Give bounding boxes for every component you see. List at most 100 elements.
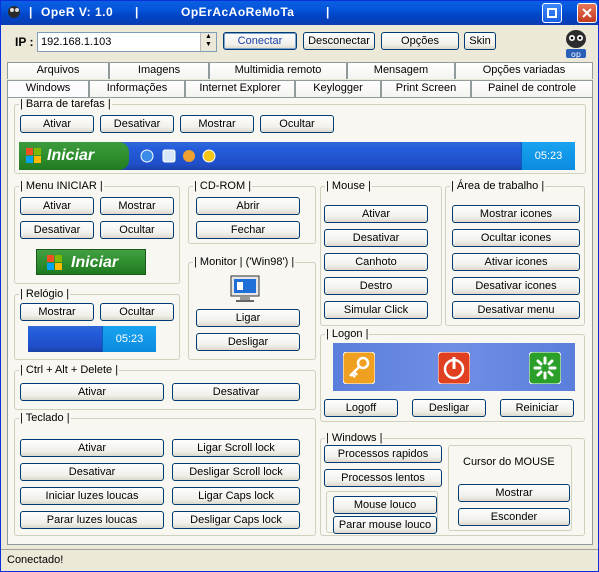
menu-ativar-button[interactable]: Ativar bbox=[20, 197, 94, 215]
cad-ativar-button[interactable]: Ativar bbox=[20, 383, 164, 401]
connection-toolbar: IP : ▲▼ Conectar Desconectar Opções Skin… bbox=[1, 25, 598, 59]
spy-logo-icon: op bbox=[566, 30, 586, 59]
clock-ocultar-button[interactable]: Ocultar bbox=[100, 303, 174, 321]
mouse-louco-button[interactable]: Mouse louco bbox=[333, 496, 437, 514]
group-label: | Barra de tarefas | bbox=[19, 98, 112, 110]
cursor-label: Cursor do MOUSE bbox=[463, 456, 555, 468]
taskbar-desativar-button[interactable]: Desativar bbox=[100, 115, 174, 133]
group-label: | Windows | bbox=[325, 432, 384, 444]
logon-reiniciar-button[interactable]: Reiniciar bbox=[500, 399, 574, 417]
tab-imagens[interactable]: Imagens bbox=[109, 62, 209, 79]
group-teclado: | Teclado | Ativar Ligar Scroll lock Des… bbox=[14, 412, 316, 536]
logon-logoff-button[interactable]: Logoff bbox=[324, 399, 398, 417]
group-label: | Relógio | bbox=[19, 288, 71, 300]
keyboard-desativar-button[interactable]: Desativar bbox=[20, 463, 164, 481]
keyboard-ativar-button[interactable]: Ativar bbox=[20, 439, 164, 457]
tab-informacoes[interactable]: Informações bbox=[89, 80, 185, 97]
parar-mouse-louco-button[interactable]: Parar mouse louco bbox=[333, 516, 437, 534]
group-label: | Ctrl + Alt + Delete | bbox=[19, 364, 120, 376]
mouse-destro-button[interactable]: Destro bbox=[324, 277, 428, 295]
tab-keylogger[interactable]: Keylogger bbox=[295, 80, 381, 97]
tab-internet-explorer[interactable]: Internet Explorer bbox=[185, 80, 295, 97]
ip-combo[interactable]: ▲▼ bbox=[37, 32, 217, 52]
start-menu-preview: Iniciar bbox=[36, 249, 146, 275]
processos-rapidos-button[interactable]: Processos rapidos bbox=[324, 445, 442, 463]
start-label: Iniciar bbox=[71, 254, 119, 271]
crazy-lights-stop-button[interactable]: Parar luzes loucas bbox=[20, 511, 164, 529]
processos-lentos-button[interactable]: Processos lentos bbox=[324, 469, 442, 487]
svg-text:op: op bbox=[571, 50, 581, 59]
start-label: Iniciar bbox=[47, 147, 95, 164]
monitor-desligar-button[interactable]: Desligar bbox=[196, 333, 300, 351]
ip-input[interactable] bbox=[38, 33, 198, 51]
taskbar-preview: Iniciar 05:23 bbox=[19, 142, 575, 170]
disconnect-button[interactable]: Desconectar bbox=[303, 32, 375, 50]
connect-button[interactable]: Conectar bbox=[223, 32, 297, 50]
title-separator: | bbox=[29, 5, 33, 19]
taskbar-ocultar-button[interactable]: Ocultar bbox=[260, 115, 334, 133]
desktop-desativar-menu-button[interactable]: Desativar menu bbox=[452, 301, 580, 319]
tab-multimidia-remoto[interactable]: Multimidia remoto bbox=[209, 62, 347, 79]
group-label: | Logon | bbox=[325, 328, 370, 340]
menu-desativar-button[interactable]: Desativar bbox=[20, 221, 94, 239]
menu-mostrar-button[interactable]: Mostrar bbox=[100, 197, 174, 215]
group-label: | Monitor | ('Win98') | bbox=[193, 256, 296, 268]
restart-icon bbox=[529, 352, 561, 384]
tab-panel-windows: | Barra de tarefas | Ativar Desativar Mo… bbox=[7, 97, 593, 545]
tab-mensagem[interactable]: Mensagem bbox=[347, 62, 455, 79]
clock-preview: 05:23 bbox=[28, 326, 156, 352]
power-icon bbox=[438, 352, 470, 384]
skin-button[interactable]: Skin bbox=[464, 32, 496, 50]
desktop-mostrar-icones-button[interactable]: Mostrar icones bbox=[452, 205, 580, 223]
cdrom-abrir-button[interactable]: Abrir bbox=[196, 197, 300, 215]
windows-logo-icon bbox=[26, 148, 41, 163]
menu-ocultar-button[interactable]: Ocultar bbox=[100, 221, 174, 239]
group-label: | Teclado | bbox=[19, 412, 71, 424]
tab-arquivos[interactable]: Arquivos bbox=[7, 62, 109, 79]
spin-icon[interactable]: ▲ ▼ bbox=[200, 33, 216, 51]
cdrom-fechar-button[interactable]: Fechar bbox=[196, 221, 300, 239]
group-label: | Área de trabalho | bbox=[450, 180, 546, 192]
caps-lock-off-button[interactable]: Desligar Caps lock bbox=[172, 511, 300, 529]
cursor-mostrar-button[interactable]: Mostrar bbox=[458, 484, 570, 502]
key-icon bbox=[343, 352, 375, 384]
logon-desligar-button[interactable]: Desligar bbox=[412, 399, 486, 417]
cad-desativar-button[interactable]: Desativar bbox=[172, 383, 300, 401]
taskbar-mostrar-button[interactable]: Mostrar bbox=[180, 115, 254, 133]
minimize-button[interactable] bbox=[542, 3, 562, 23]
logon-icons-strip bbox=[333, 343, 575, 391]
desktop-ativar-icones-button[interactable]: Ativar icones bbox=[452, 253, 580, 271]
monitor-ligar-button[interactable]: Ligar bbox=[196, 309, 300, 327]
group-mouse: | Mouse | Ativar Desativar Canhoto Destr… bbox=[320, 180, 442, 326]
cursor-esconder-button[interactable]: Esconder bbox=[458, 508, 570, 526]
taskbar-ativar-button[interactable]: Ativar bbox=[20, 115, 94, 133]
group-ctrl-alt-delete: | Ctrl + Alt + Delete | Ativar Desativar bbox=[14, 364, 316, 410]
options-button[interactable]: Opções bbox=[381, 32, 459, 50]
mouse-canhoto-button[interactable]: Canhoto bbox=[324, 253, 428, 271]
crazy-lights-start-button[interactable]: Iniciar luzes loucas bbox=[20, 487, 164, 505]
tab-print-screen[interactable]: Print Screen bbox=[381, 80, 471, 97]
mouse-ativar-button[interactable]: Ativar bbox=[324, 205, 428, 223]
mouse-simular-click-button[interactable]: Simular Click bbox=[324, 301, 428, 319]
desktop-desativar-icones-button[interactable]: Desativar icones bbox=[452, 277, 580, 295]
tab-painel-de-controle[interactable]: Painel de controle bbox=[471, 80, 593, 97]
windows-logo-icon bbox=[47, 255, 62, 270]
scroll-lock-on-button[interactable]: Ligar Scroll lock bbox=[172, 439, 300, 457]
crazy-mouse-box: Mouse louco Parar mouse louco bbox=[326, 491, 438, 534]
start-button-preview: Iniciar bbox=[19, 142, 129, 170]
close-icon bbox=[582, 8, 592, 18]
tab-windows[interactable]: Windows bbox=[7, 80, 89, 97]
window-title: OpeR V: 1.0 bbox=[41, 5, 114, 19]
close-button[interactable] bbox=[577, 3, 597, 23]
group-area-de-trabalho: | Área de trabalho | Mostrar icones Ocul… bbox=[445, 180, 585, 326]
tab-opcoes-variadas[interactable]: Opções variadas bbox=[455, 62, 593, 79]
window-subtitle: OpErAcAoReMoTa bbox=[181, 5, 295, 19]
taskbar-clock: 05:23 bbox=[521, 142, 575, 170]
app-window: | OpeR V: 1.0 | OpErAcAoReMoTa | IP : ▲▼… bbox=[0, 0, 599, 572]
group-logon: | Logon | Logoff Desligar Reiniciar bbox=[320, 328, 585, 422]
caps-lock-on-button[interactable]: Ligar Caps lock bbox=[172, 487, 300, 505]
mouse-desativar-button[interactable]: Desativar bbox=[324, 229, 428, 247]
clock-mostrar-button[interactable]: Mostrar bbox=[20, 303, 94, 321]
desktop-ocultar-icones-button[interactable]: Ocultar icones bbox=[452, 229, 580, 247]
scroll-lock-off-button[interactable]: Desligar Scroll lock bbox=[172, 463, 300, 481]
